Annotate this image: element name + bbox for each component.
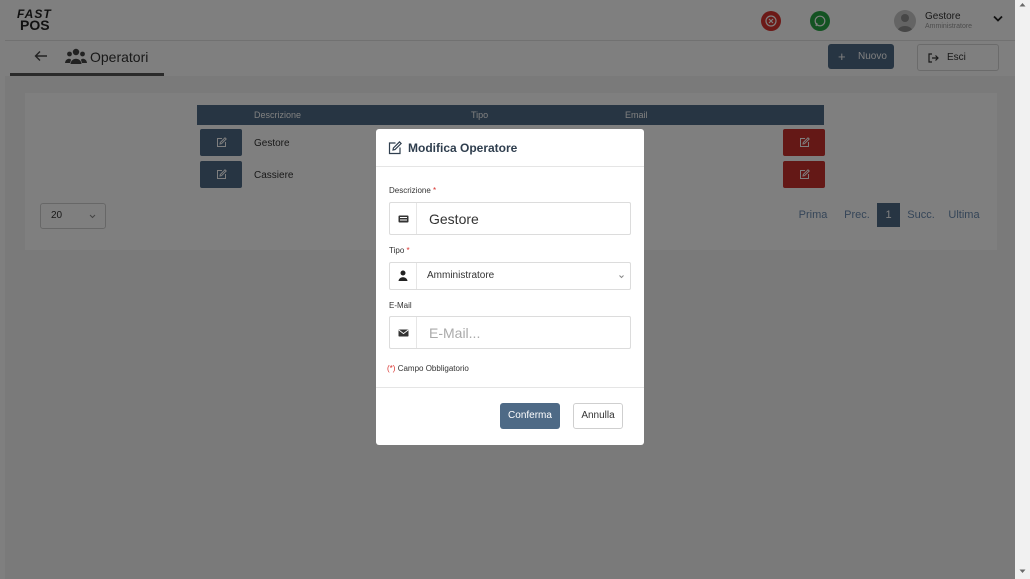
descrizione-value: Gestore <box>429 211 479 227</box>
tipo-addon <box>390 263 417 289</box>
required-note-marker: (*) <box>387 364 396 373</box>
cancel-button[interactable]: Annulla <box>573 403 623 429</box>
required-marker: * <box>406 246 410 255</box>
email-addon <box>390 317 417 348</box>
user-icon <box>398 270 408 281</box>
descrizione-addon <box>390 203 417 234</box>
required-note: (*) Campo Obbligatorio <box>387 364 469 373</box>
scroll-up-icon[interactable] <box>1015 0 1030 10</box>
email-label-text: E-Mail <box>389 301 412 310</box>
descrizione-label: Descrizione * <box>389 186 436 195</box>
keyboard-icon <box>398 215 409 223</box>
scroll-down-icon[interactable] <box>1015 566 1030 576</box>
vertical-scrollbar[interactable] <box>1015 0 1030 579</box>
envelope-icon <box>398 329 409 337</box>
tipo-label: Tipo * <box>389 246 410 255</box>
email-placeholder: E-Mail... <box>429 325 481 341</box>
tipo-select[interactable]: Amministratore <box>389 262 631 290</box>
modal-footer-divider <box>376 387 644 388</box>
descrizione-field[interactable]: Gestore <box>389 202 631 235</box>
confirm-button[interactable]: Conferma <box>500 403 560 429</box>
tipo-label-text: Tipo <box>389 246 405 255</box>
modal-title: Modifica Operatore <box>408 141 518 155</box>
email-label: E-Mail <box>389 301 412 310</box>
tipo-value: Amministratore <box>427 270 495 281</box>
edit-operator-modal: Modifica Operatore Descrizione * Gestore… <box>376 129 644 445</box>
descrizione-label-text: Descrizione <box>389 186 431 195</box>
email-field[interactable]: E-Mail... <box>389 316 631 349</box>
required-note-text: Campo Obbligatorio <box>397 364 469 373</box>
edit-icon <box>388 141 402 155</box>
modal-header: Modifica Operatore <box>376 129 644 167</box>
required-marker: * <box>433 186 437 195</box>
chevron-down-icon <box>619 275 624 279</box>
